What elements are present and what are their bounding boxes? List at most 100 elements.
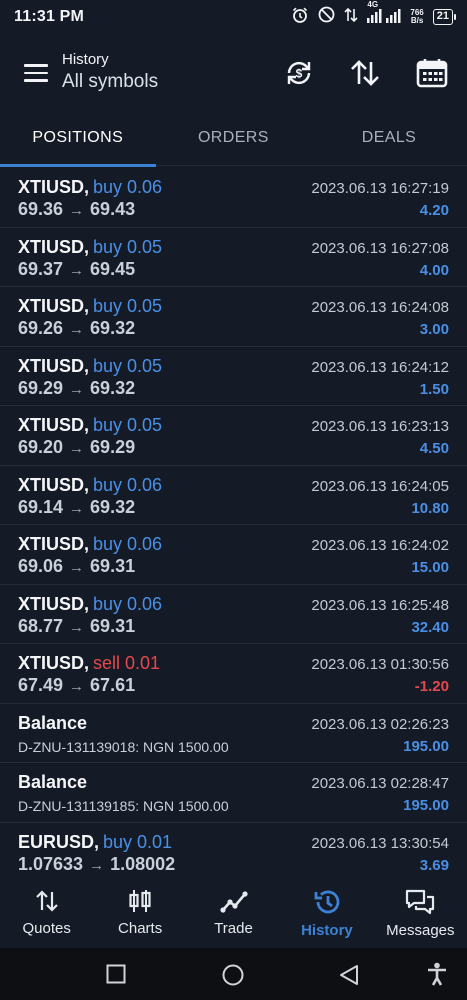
row-profit: 4.50 xyxy=(419,440,449,457)
tab-deals[interactable]: DEALS xyxy=(311,114,467,165)
row-symbol-label: XTIUSD, xyxy=(18,474,90,495)
close-price: 69.32 xyxy=(90,377,136,398)
position-row[interactable]: XTIUSD, buy 0.06 69.14 → 69.32 2023.06.13 16:… xyxy=(0,466,467,525)
position-row[interactable]: XTIUSD, buy 0.06 69.06 → 69.31 2023.06.13 16:… xyxy=(0,525,467,585)
circle-icon xyxy=(222,964,244,986)
currency-exchange-icon: $ xyxy=(287,61,311,85)
arrow-right-icon: → xyxy=(69,440,85,457)
row-profit: 4.20 xyxy=(419,202,449,219)
menu-icon xyxy=(24,64,48,67)
position-row[interactable]: XTIUSD, buy 0.06 68.77 → 69.31 2023.06.13 16:… xyxy=(0,585,467,644)
speed-unit: B/s xyxy=(410,16,424,25)
row-symbol: Balance xyxy=(18,772,87,793)
position-row[interactable]: XTIUSD, buy 0.06 69.36 → 69.43 2023.06.13 16:… xyxy=(0,168,467,228)
nav-trade[interactable]: Trade xyxy=(187,880,280,948)
svg-text:$: $ xyxy=(296,67,303,81)
row-symbol: XTIUSD, buy 0.06 xyxy=(18,534,162,555)
position-row[interactable]: XTIUSD, buy 0.05 69.26 → 69.32 2023.06.13 16:… xyxy=(0,287,467,347)
row-profit: 3.00 xyxy=(419,321,449,338)
balance-row[interactable]: Balance D-ZNU-131139185: NGN 1500.00 2023.… xyxy=(0,763,467,823)
row-direction: buy 0.06 xyxy=(93,534,163,554)
row-symbol-label: XTIUSD, xyxy=(18,236,90,257)
position-row[interactable]: XTIUSD, buy 0.05 69.20 → 69.29 2023.06.13 16:… xyxy=(0,406,467,466)
sort-button[interactable] xyxy=(348,56,382,90)
row-direction: buy 0.06 xyxy=(93,593,163,614)
close-price: 69.43 xyxy=(90,199,136,219)
row-direction: buy 0.01 xyxy=(103,831,173,852)
row-symbol-label: XTIUSD, xyxy=(18,534,90,554)
row-symbol: XTIUSD, buy 0.05 xyxy=(18,356,162,377)
row-date: 2023.06.13 02:26:23 xyxy=(311,715,449,733)
arrow-right-icon: → xyxy=(69,380,85,398)
row-date: 2023.06.13 16:27:19 xyxy=(311,180,449,197)
app-root: 11:31 PM 4G 766 B/s 21 History All symbo… xyxy=(0,0,467,1000)
title-block[interactable]: History All symbols xyxy=(62,51,158,93)
arrow-right-icon: → xyxy=(69,261,85,279)
menu-button[interactable] xyxy=(24,64,48,84)
row-prices: 67.49 → 67.61 xyxy=(18,675,135,696)
back-button[interactable] xyxy=(338,964,360,991)
row-date: 2023.06.13 16:24:12 xyxy=(311,358,449,376)
calendar-button[interactable] xyxy=(415,56,449,90)
row-direction: buy 0.05 xyxy=(93,236,163,257)
row-comment: D-ZNU-131139185: NGN 1500.00 xyxy=(18,798,229,814)
arrow-right-icon: → xyxy=(69,559,85,576)
close-price: 67.61 xyxy=(90,675,136,695)
nav-messages[interactable]: Messages xyxy=(374,880,467,948)
system-navigation-bar xyxy=(0,948,467,1000)
recent-apps-button[interactable] xyxy=(106,964,126,989)
row-profit: 195.00 xyxy=(403,797,449,814)
row-symbol: EURUSD, buy 0.01 xyxy=(18,832,172,853)
history-tabs: POSITIONS ORDERS DEALS xyxy=(0,114,467,167)
row-prices: 68.77 → 69.31 xyxy=(18,616,135,637)
row-profit: 10.80 xyxy=(411,499,449,517)
close-price: 69.31 xyxy=(90,556,136,576)
arrow-right-icon: → xyxy=(69,618,85,636)
trade-icon xyxy=(219,891,248,913)
close-price: 69.45 xyxy=(90,258,136,279)
open-price: 1.07633 xyxy=(18,853,84,874)
arrow-right-icon: → xyxy=(69,321,85,338)
nav-history[interactable]: History xyxy=(280,880,373,948)
home-button[interactable] xyxy=(222,964,244,991)
close-price: 69.32 xyxy=(90,318,136,338)
nav-charts[interactable]: Charts xyxy=(93,880,186,948)
row-profit: 4.00 xyxy=(419,261,449,279)
arrow-right-icon: → xyxy=(69,499,85,517)
position-row[interactable]: XTIUSD, buy 0.05 69.37 → 69.45 2023.06.13 16:… xyxy=(0,228,467,287)
row-profit: 15.00 xyxy=(411,559,449,576)
tab-positions[interactable]: POSITIONS xyxy=(0,114,156,167)
bottom-navigation: Quotes Charts Trade History Messages xyxy=(0,880,467,948)
position-row[interactable]: XTIUSD, buy 0.05 69.29 → 69.32 2023.06.13 16:… xyxy=(0,347,467,406)
open-price: 69.14 xyxy=(18,496,64,517)
position-row[interactable]: XTIUSD, sell 0.01 67.49 → 67.61 2023.06.13 01… xyxy=(0,644,467,704)
row-date: 2023.06.13 16:24:08 xyxy=(311,299,449,316)
row-symbol: XTIUSD, buy 0.06 xyxy=(18,177,162,198)
row-symbol-label: Balance xyxy=(18,772,88,792)
app-header: History All symbols $ xyxy=(0,34,467,114)
row-profit: 195.00 xyxy=(403,737,449,755)
nav-history-label: History xyxy=(301,922,353,939)
open-price: 69.36 xyxy=(18,199,64,219)
nav-quotes[interactable]: Quotes xyxy=(0,880,93,948)
row-date: 2023.06.13 16:24:02 xyxy=(311,537,449,554)
row-direction: buy 0.05 xyxy=(93,296,163,316)
currency-exchange-button[interactable]: $ xyxy=(282,56,316,90)
row-direction: buy 0.06 xyxy=(93,177,163,197)
calendar-icon xyxy=(416,59,448,88)
balance-row[interactable]: Balance D-ZNU-131139018: NGN 1500.00 2023.… xyxy=(0,704,467,763)
tab-orders[interactable]: ORDERS xyxy=(156,114,312,165)
position-row[interactable]: EURUSD, buy 0.01 1.07633 → 1.08002 2023.06.13… xyxy=(0,823,467,882)
open-price: 68.77 xyxy=(18,615,64,636)
network-label: 4G xyxy=(367,0,379,9)
alarm-icon xyxy=(291,6,309,29)
nav-trade-label: Trade xyxy=(214,920,253,937)
nav-charts-label: Charts xyxy=(118,920,163,937)
row-symbol-label: XTIUSD, xyxy=(18,415,90,435)
row-prices: 69.20 → 69.29 xyxy=(18,437,135,458)
row-symbol-label: XTIUSD, xyxy=(18,653,90,673)
accessibility-button[interactable] xyxy=(426,962,448,991)
row-prices: 1.07633 → 1.08002 xyxy=(18,854,175,875)
row-direction: buy 0.05 xyxy=(93,415,163,435)
square-icon xyxy=(106,964,126,984)
